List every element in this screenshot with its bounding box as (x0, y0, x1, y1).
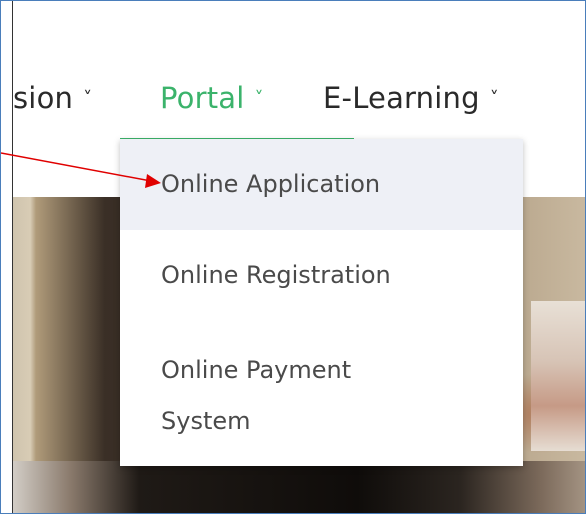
screenshot-frame: sion ˅ Portal ˅ E-Learning ˅ Online Applica… (0, 0, 586, 514)
background-photo-bottom (13, 461, 585, 513)
menu-item-label-line2: System (161, 407, 251, 435)
nav-item-e-learning[interactable]: E-Learning ˅ (323, 81, 499, 115)
nav-item-admission[interactable]: sion ˅ (13, 81, 92, 115)
portal-dropdown-menu: Online Application Online Registration O… (120, 139, 523, 466)
menu-item-online-application[interactable]: Online Application (120, 139, 523, 230)
chevron-down-icon: ˅ (489, 88, 499, 109)
chevron-down-icon: ˅ (83, 88, 93, 109)
nav-item-label: Portal (160, 81, 245, 115)
background-photo-detail (531, 301, 585, 451)
menu-item-label-line1: Online Payment (161, 356, 352, 384)
main-navigation: sion ˅ Portal ˅ E-Learning ˅ (13, 61, 585, 141)
chevron-down-icon: ˅ (254, 88, 264, 109)
menu-item-online-payment-system[interactable]: Online Payment System (120, 345, 523, 445)
nav-item-portal[interactable]: Portal ˅ (160, 81, 264, 115)
menu-item-label: Online Application (161, 170, 381, 198)
nav-item-label: E-Learning (323, 81, 480, 115)
nav-item-label: sion (13, 81, 74, 115)
left-edge-strip (1, 1, 13, 513)
menu-item-online-registration[interactable]: Online Registration (120, 230, 523, 321)
menu-item-label: Online Registration (161, 261, 391, 289)
